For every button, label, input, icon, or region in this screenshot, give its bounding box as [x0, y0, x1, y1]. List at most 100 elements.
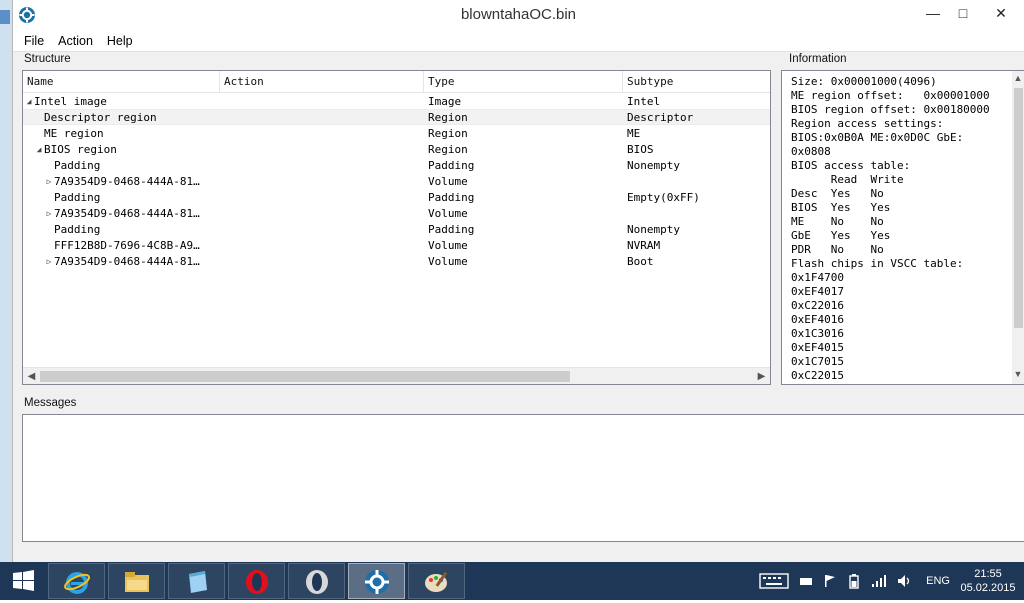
taskbar-uefitool[interactable] [348, 563, 405, 599]
info-line: Desc Yes No [791, 187, 884, 200]
action-center-flag-icon[interactable] [823, 574, 837, 588]
show-desktop-icon[interactable] [799, 575, 813, 587]
taskbar-internet-explorer[interactable] [48, 563, 105, 599]
close-button[interactable]: ✕ [978, 0, 1024, 26]
menu-file[interactable]: File [17, 31, 51, 52]
desktop-background [0, 0, 12, 562]
taskbar-notepad[interactable] [168, 563, 225, 599]
paint-palette-icon [425, 571, 448, 592]
clock[interactable]: 21:55 05.02.2015 [958, 567, 1018, 595]
vertical-scrollbar[interactable]: ▲ ▼ [1012, 71, 1024, 384]
tree-row[interactable]: Descriptor region Region Descriptor [23, 109, 770, 125]
maximize-button[interactable]: □ [948, 0, 978, 26]
taskbar-opera-next[interactable] [288, 563, 345, 599]
menu-bar: File Action Help [13, 31, 1024, 52]
menu-action[interactable]: Action [51, 31, 100, 52]
info-line: Flash chips in VSCC table: [791, 257, 964, 270]
info-line: 0xEF4016 [791, 313, 844, 326]
messages-panel[interactable] [22, 414, 1024, 542]
opera-icon [246, 570, 268, 594]
tree-row[interactable]: ME region Region ME [23, 125, 770, 141]
folder-icon [125, 572, 149, 592]
clock-date: 05.02.2015 [960, 582, 1016, 594]
information-text: Size: 0x00001000(4096) ME region offset: … [782, 71, 1024, 383]
tree-cell-type: Region [428, 142, 468, 156]
scroll-down-icon[interactable]: ▼ [1012, 369, 1024, 384]
touch-keyboard-icon[interactable] [759, 573, 789, 589]
collapsed-arrow-icon[interactable]: ▷ [44, 209, 54, 218]
information-label: Information [789, 53, 847, 65]
information-panel[interactable]: Size: 0x00001000(4096) ME region offset: … [781, 70, 1024, 385]
tree-cell-type: Padding [428, 190, 475, 204]
tree-row[interactable]: ▷ 7A9354D9-0468-444A-81… Volume Boot [23, 253, 770, 269]
scroll-left-icon[interactable]: ◀ [23, 368, 40, 384]
column-header-subtype[interactable]: Subtype [623, 71, 770, 92]
messages-label: Messages [24, 397, 77, 409]
horizontal-scrollbar[interactable]: ◀ ▶ [23, 367, 770, 384]
collapsed-arrow-icon[interactable]: ▷ [44, 177, 54, 186]
info-line: BIOS region offset: 0x00180000 [791, 103, 990, 116]
tree-item-label: ME region [44, 126, 104, 140]
info-line: 0xC22015 [791, 369, 844, 382]
tree-body: ◢ Intel image Image Intel Descriptor region R… [23, 93, 770, 269]
tree-row[interactable]: Padding Padding Nonempty [23, 221, 770, 237]
tree-row[interactable]: ◢ Intel image Image Intel [23, 93, 770, 109]
tree-row[interactable]: Padding Padding Empty(0xFF) [23, 189, 770, 205]
network-signal-icon[interactable] [871, 574, 887, 588]
tree-item-label: 7A9354D9-0468-444A-81… [54, 174, 200, 188]
tree-row[interactable]: ▷ 7A9354D9-0468-444A-81… Volume [23, 173, 770, 189]
internet-explorer-icon [64, 572, 90, 594]
expanded-arrow-icon[interactable]: ◢ [24, 97, 34, 106]
column-header-name[interactable]: Name [23, 71, 220, 92]
tree-cell-name: ◢ BIOS region [23, 143, 424, 156]
tree-row[interactable]: FFF12B8D-7696-4C8B-A9… Volume NVRAM [23, 237, 770, 253]
taskbar-paint[interactable] [408, 563, 465, 599]
info-line: 0x1F4700 [791, 271, 844, 284]
minimize-button[interactable]: — [918, 0, 948, 26]
tree-cell-subtype: BIOS [627, 142, 654, 156]
language-indicator[interactable]: ENG [926, 575, 950, 587]
info-line: 0x1C7015 [791, 355, 844, 368]
structure-tree[interactable]: Name Action Type Subtype ◢ Intel image Ima… [22, 70, 771, 385]
tree-cell-name: Padding [23, 159, 424, 172]
info-line: GbE Yes Yes [791, 229, 891, 242]
menu-help[interactable]: Help [100, 31, 140, 52]
tree-cell-subtype: Boot [627, 254, 654, 268]
info-line: BIOS access table: [791, 159, 911, 172]
tree-row[interactable]: Padding Padding Nonempty [23, 157, 770, 173]
tree-cell-type: Padding [428, 158, 475, 172]
scrollbar-thumb[interactable] [1014, 88, 1023, 328]
tree-row[interactable]: ◢ BIOS region Region BIOS [23, 141, 770, 157]
start-button[interactable] [0, 562, 48, 600]
battery-icon[interactable] [847, 573, 861, 589]
tree-cell-type: Volume [428, 238, 468, 252]
window-controls: — □ ✕ [918, 0, 1024, 28]
scroll-right-icon[interactable]: ▶ [753, 368, 770, 384]
tree-cell-subtype: Nonempty [627, 222, 680, 236]
collapsed-arrow-icon[interactable]: ▷ [44, 257, 54, 266]
tree-cell-subtype: Empty(0xFF) [627, 190, 700, 204]
info-line: BIOS:0x0B0A ME:0x0D0C GbE: [791, 131, 964, 144]
info-line: 0xEF4017 [791, 285, 844, 298]
scroll-up-icon[interactable]: ▲ [1012, 73, 1024, 88]
tree-item-label: BIOS region [44, 142, 117, 156]
volume-icon[interactable] [897, 574, 913, 588]
expanded-arrow-icon[interactable]: ◢ [34, 145, 44, 154]
tree-cell-name: Padding [23, 191, 424, 204]
taskbar-file-explorer[interactable] [108, 563, 165, 599]
info-line: ME No No [791, 215, 884, 228]
taskbar-opera[interactable] [228, 563, 285, 599]
tree-row[interactable]: ▷ 7A9354D9-0468-444A-81… Volume [23, 205, 770, 221]
info-line: Region access settings: [791, 117, 944, 130]
info-line: BIOS Yes Yes [791, 201, 891, 214]
scrollbar-thumb[interactable] [40, 371, 570, 382]
title-bar[interactable]: blowntahaOC.bin — □ ✕ [13, 0, 1024, 31]
tree-cell-type: Volume [428, 254, 468, 268]
clock-time: 21:55 [974, 568, 1002, 580]
tree-cell-name: Padding [23, 223, 424, 236]
column-header-type[interactable]: Type [424, 71, 623, 92]
tree-cell-type: Volume [428, 206, 468, 220]
column-header-action[interactable]: Action [220, 71, 424, 92]
info-line: 0xEF4015 [791, 341, 844, 354]
desktop-icon-fragment[interactable] [0, 10, 10, 24]
